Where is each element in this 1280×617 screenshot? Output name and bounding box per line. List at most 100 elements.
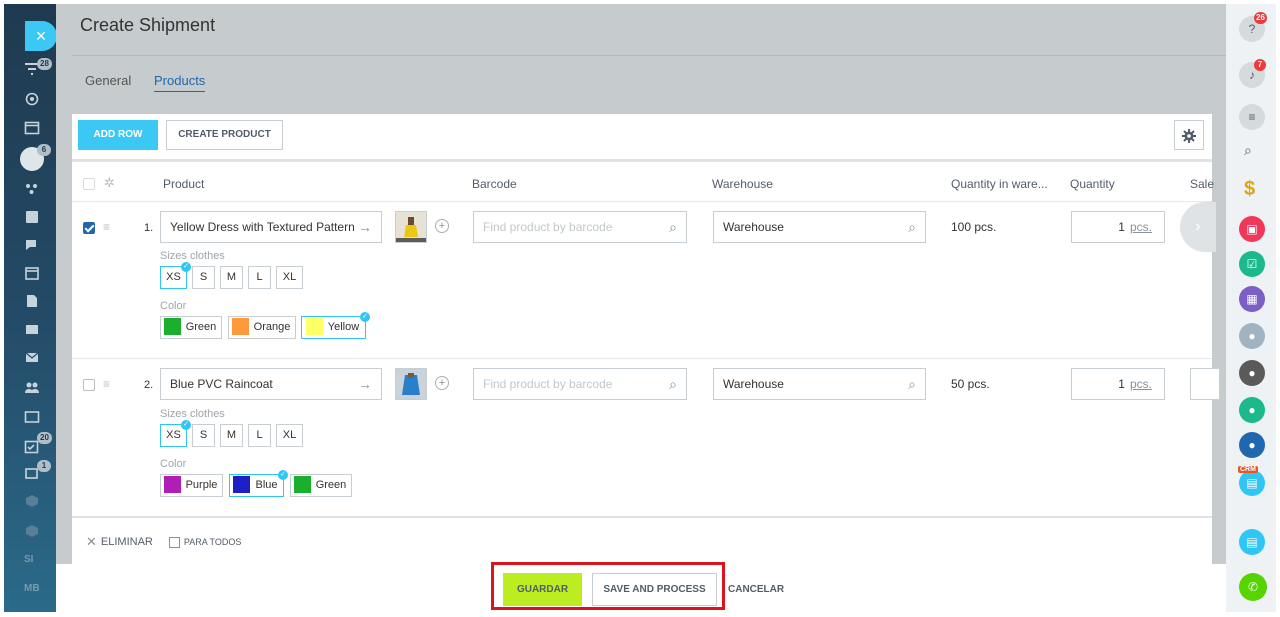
tasks-icon[interactable] bbox=[24, 210, 40, 224]
row-divider bbox=[72, 516, 1212, 518]
user-icon[interactable]: ● bbox=[1239, 397, 1265, 423]
sidebar-text-si[interactable]: SI bbox=[24, 554, 33, 565]
crm-icon[interactable]: ▤ bbox=[1239, 470, 1265, 496]
barcode-search-input[interactable]: Find product by barcode ⌕ bbox=[473, 368, 687, 400]
box-icon-2[interactable] bbox=[24, 524, 40, 538]
size-chip-l[interactable]: L bbox=[248, 424, 271, 447]
warehouse-field[interactable]: Warehouse ⌕ bbox=[713, 368, 926, 400]
save-button[interactable]: GUARDAR bbox=[503, 573, 582, 606]
calendar-icon[interactable] bbox=[24, 266, 40, 280]
column-header-warehouse[interactable]: Warehouse bbox=[712, 177, 773, 191]
document-icon[interactable] bbox=[24, 294, 40, 308]
groups-icon[interactable] bbox=[24, 380, 40, 394]
add-row-button[interactable]: ADD ROW bbox=[78, 120, 158, 150]
search-icon[interactable]: ⌕ bbox=[669, 212, 677, 242]
scroll-right-button[interactable]: › bbox=[1180, 202, 1216, 252]
mail-icon[interactable] bbox=[24, 350, 40, 364]
row-2-checkbox[interactable] bbox=[83, 379, 95, 391]
color-chip-purple[interactable]: Purple bbox=[160, 474, 223, 497]
cancel-button[interactable]: CANCELAR bbox=[728, 573, 784, 606]
columns-gear-icon[interactable]: ✲ bbox=[104, 175, 115, 191]
product-field[interactable]: Yellow Dress with Textured Pattern → bbox=[160, 211, 382, 243]
size-chip-m[interactable]: M bbox=[220, 266, 243, 289]
checklist-badge: 20 bbox=[37, 432, 52, 444]
grid-settings-button[interactable] bbox=[1174, 120, 1204, 150]
size-chip-xs[interactable]: XS ✓ bbox=[160, 262, 191, 289]
add-image-button[interactable]: + bbox=[435, 376, 449, 390]
target-icon[interactable] bbox=[24, 92, 40, 106]
color-chip-blue[interactable]: Blue ✓ bbox=[229, 470, 288, 497]
column-header-stock[interactable]: Quantity in ware... bbox=[951, 177, 1048, 191]
color-label: Color bbox=[160, 458, 187, 470]
search-icon[interactable]: ⌕ bbox=[908, 212, 916, 242]
user-avatar-1[interactable]: ● bbox=[1239, 323, 1265, 349]
delete-action[interactable]: ELIMINAR bbox=[101, 536, 153, 548]
dollar-icon[interactable]: $ bbox=[1244, 178, 1255, 201]
tab-products[interactable]: Products bbox=[154, 73, 206, 92]
size-chip-s[interactable]: S bbox=[192, 266, 215, 289]
sale-price-input[interactable] bbox=[1190, 368, 1220, 400]
drive-icon[interactable] bbox=[24, 322, 40, 336]
drag-handle-icon[interactable]: ≡ bbox=[103, 378, 115, 390]
search-icon[interactable]: ⌕ bbox=[669, 369, 677, 399]
size-chip-xl[interactable]: XL bbox=[276, 266, 303, 289]
calendar-icon[interactable]: ▦ bbox=[1239, 286, 1265, 312]
chat-list-icon[interactable]: ≡ bbox=[1239, 104, 1265, 130]
contact-card-icon[interactable] bbox=[24, 410, 40, 424]
row-1-checkbox[interactable] bbox=[83, 222, 95, 234]
warehouse-field[interactable]: Warehouse ⌕ bbox=[713, 211, 926, 243]
product-field[interactable]: Blue PVC Raincoat → bbox=[160, 368, 382, 400]
check-icon: ✓ bbox=[181, 420, 191, 430]
column-header-barcode[interactable]: Barcode bbox=[472, 177, 517, 191]
size-chip-xs[interactable]: XS ✓ bbox=[160, 420, 191, 447]
for-all-checkbox[interactable] bbox=[168, 536, 180, 548]
arrow-right-icon[interactable]: → bbox=[358, 212, 372, 242]
checklist-icon[interactable] bbox=[24, 440, 40, 454]
column-header-sale[interactable]: Sale bbox=[1190, 177, 1214, 191]
dots-icon[interactable] bbox=[24, 182, 40, 196]
user-avatar-2[interactable]: ● bbox=[1239, 360, 1265, 386]
right-sidebar: ? 26 ♪ 7 ≡ ⌕ $ ▣ ☑ ▦ ● ● ● ● ▤ CRM ▤ ✆ bbox=[1226, 4, 1276, 612]
select-all-checkbox[interactable] bbox=[83, 178, 95, 190]
barcode-search-input[interactable]: Find product by barcode ⌕ bbox=[473, 211, 687, 243]
product-image[interactable] bbox=[395, 368, 427, 400]
column-header-quantity[interactable]: Quantity bbox=[1070, 177, 1115, 191]
size-chip-l[interactable]: L bbox=[248, 266, 271, 289]
add-image-button[interactable]: + bbox=[435, 219, 449, 233]
drag-handle-icon[interactable]: ≡ bbox=[103, 221, 115, 233]
size-chip-s[interactable]: S bbox=[192, 424, 215, 447]
for-all-label[interactable]: PARA TODOS bbox=[184, 537, 242, 547]
task-check-icon[interactable]: ☑ bbox=[1239, 251, 1265, 277]
left-sidebar: × 28 6 20 1 SI MB bbox=[4, 4, 57, 612]
product-image[interactable] bbox=[395, 211, 427, 243]
size-chip-m[interactable]: M bbox=[220, 424, 243, 447]
create-product-button[interactable]: CREATE PRODUCT bbox=[166, 120, 283, 150]
color-chip-yellow[interactable]: Yellow ✓ bbox=[301, 312, 370, 339]
open-lines-icon[interactable]: ▤ bbox=[1239, 529, 1265, 555]
color-chip-green[interactable]: Green bbox=[290, 474, 352, 497]
chat-icon[interactable] bbox=[24, 238, 40, 252]
tab-general[interactable]: General bbox=[85, 73, 131, 88]
arrow-right-icon[interactable]: → bbox=[358, 369, 372, 399]
search-icon[interactable]: ⌕ bbox=[1244, 142, 1252, 159]
phone-icon[interactable]: ✆ bbox=[1239, 573, 1267, 601]
quantity-input[interactable]: 1 pcs. bbox=[1071, 211, 1165, 243]
box-icon[interactable] bbox=[24, 494, 40, 508]
quantity-input[interactable]: 1 pcs. bbox=[1071, 368, 1165, 400]
sidebar-text-mb[interactable]: MB bbox=[24, 583, 40, 594]
close-slider-button[interactable]: × bbox=[25, 21, 57, 51]
check-icon: ✓ bbox=[360, 312, 370, 322]
pocket-icon[interactable]: ▣ bbox=[1239, 216, 1265, 242]
window-icon[interactable] bbox=[24, 121, 40, 135]
search-icon[interactable]: ⌕ bbox=[908, 369, 916, 399]
column-header-product[interactable]: Product bbox=[163, 177, 204, 191]
close-icon[interactable]: ✕ bbox=[86, 534, 97, 550]
color-chip-green[interactable]: Green bbox=[160, 316, 222, 339]
save-and-process-button[interactable]: SAVE AND PROCESS bbox=[592, 573, 717, 606]
color-chip-orange[interactable]: Orange bbox=[228, 316, 296, 339]
page-title: Create Shipment bbox=[80, 15, 216, 35]
filter-badge: 28 bbox=[37, 58, 52, 70]
stock-quantity: 100 pcs. bbox=[951, 220, 997, 234]
group-chat-icon[interactable]: ● bbox=[1239, 432, 1265, 458]
size-chip-xl[interactable]: XL bbox=[276, 424, 303, 447]
